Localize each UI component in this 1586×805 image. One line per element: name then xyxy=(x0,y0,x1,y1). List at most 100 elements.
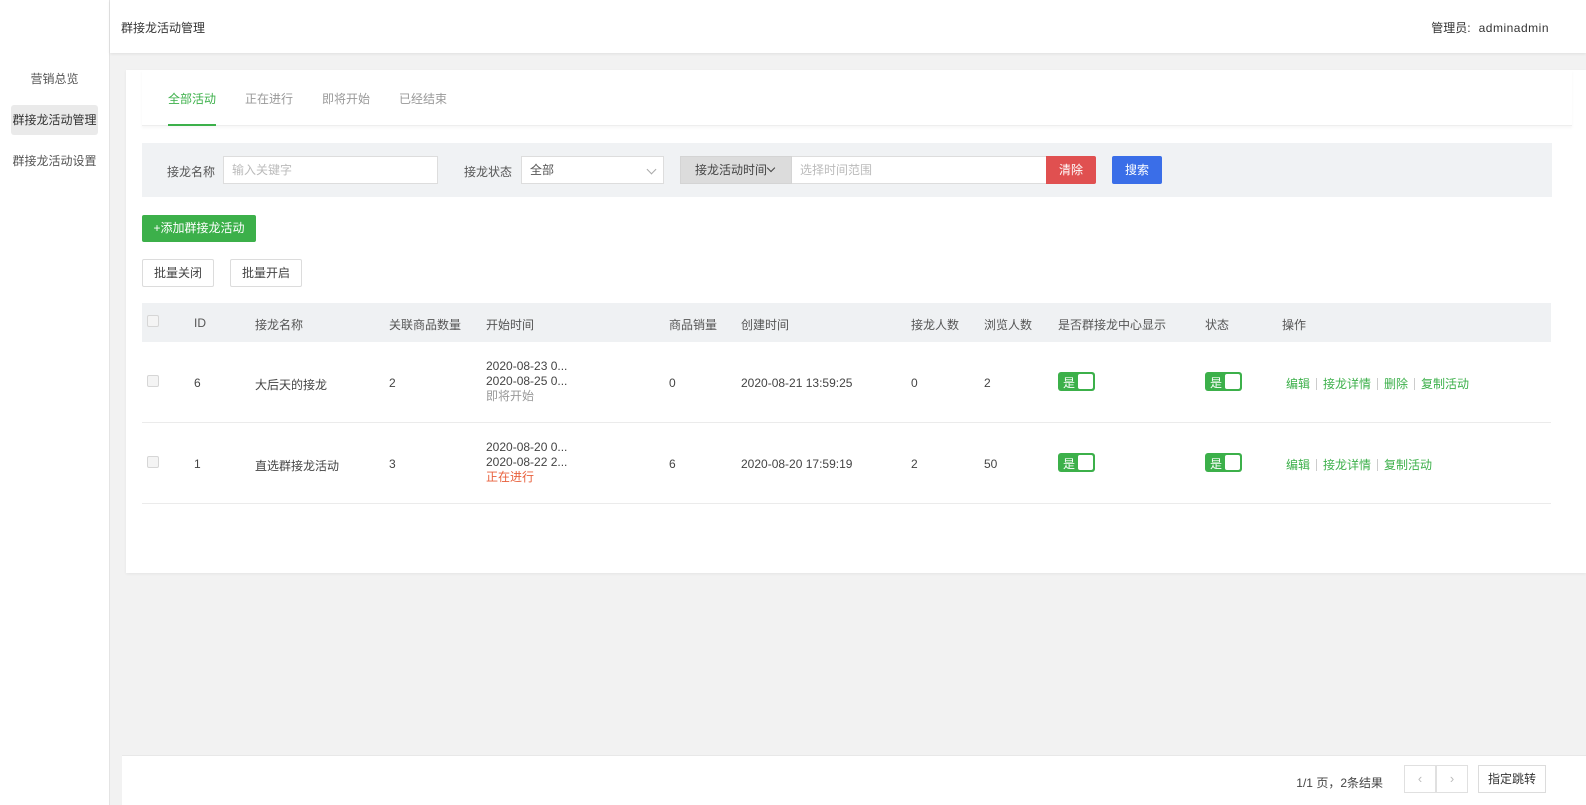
status-select-value: 全部 xyxy=(530,163,555,177)
chevron-left-icon: ‹ xyxy=(1417,771,1423,786)
row-participants: 2 xyxy=(911,457,918,471)
show-center-toggle[interactable]: 是 xyxy=(1058,453,1095,472)
copy-link[interactable]: 复制活动 xyxy=(1384,458,1432,472)
row-id: 6 xyxy=(194,376,201,390)
column-header-created: 创建时间 xyxy=(741,318,790,332)
divider xyxy=(1377,378,1379,390)
admin-name[interactable]: adminadmin xyxy=(1479,21,1549,35)
name-filter-label: 接龙名称 xyxy=(167,165,216,179)
batch-close-button[interactable]: 批量关闭 xyxy=(142,259,214,287)
toggle-label: 是 xyxy=(1210,376,1223,390)
row-checkbox[interactable] xyxy=(147,375,159,387)
status-toggle[interactable]: 是 xyxy=(1205,453,1242,472)
toggle-label: 是 xyxy=(1210,457,1223,471)
tab-ongoing[interactable]: 正在进行 xyxy=(245,90,293,126)
status-select[interactable]: 全部 xyxy=(521,156,664,184)
toggle-knob xyxy=(1225,455,1240,470)
row-name: 直选群接龙活动 xyxy=(255,459,340,473)
column-header-name: 接龙名称 xyxy=(255,318,304,332)
divider xyxy=(1316,459,1318,471)
row-created: 2020-08-20 17:59:19 xyxy=(741,457,853,471)
tab-upcoming[interactable]: 即将开始 xyxy=(322,90,370,126)
tab-all[interactable]: 全部活动 xyxy=(168,90,217,126)
column-header-sales: 商品销量 xyxy=(669,318,718,332)
row-name: 大后天的接龙 xyxy=(255,378,328,392)
toggle-knob xyxy=(1225,374,1240,389)
date-type-value: 接龙活动时间 xyxy=(695,163,768,177)
add-activity-button[interactable]: +添加群接龙活动 xyxy=(142,215,256,242)
divider xyxy=(1316,378,1318,390)
edit-link[interactable]: 编辑 xyxy=(1286,458,1310,472)
row-checkbox[interactable] xyxy=(147,456,159,468)
date-range-input[interactable] xyxy=(792,156,1047,184)
search-button[interactable]: 搜索 xyxy=(1112,156,1162,184)
copy-link[interactable]: 复制活动 xyxy=(1421,377,1469,391)
activity-table: ID 接龙名称 关联商品数量 开始时间 商品销量 创建时间 接龙人数 浏览人数 … xyxy=(142,303,1551,504)
column-header-status: 状态 xyxy=(1205,318,1230,332)
row-end-time: 2020-08-22 2... xyxy=(486,455,568,469)
table-header: ID 接龙名称 关联商品数量 开始时间 商品销量 创建时间 接龙人数 浏览人数 … xyxy=(142,303,1551,342)
batch-open-button[interactable]: 批量开启 xyxy=(230,259,302,287)
row-views: 50 xyxy=(984,457,998,471)
divider xyxy=(1414,378,1416,390)
name-search-input[interactable] xyxy=(223,156,438,184)
jump-page-button[interactable]: 指定跳转 xyxy=(1478,765,1546,793)
row-time-range: 2020-08-20 0... 2020-08-22 2... 正在进行 xyxy=(486,440,567,485)
row-start-time: 2020-08-20 0... xyxy=(486,440,568,454)
show-center-toggle[interactable]: 是 xyxy=(1058,372,1095,391)
sidebar-item-marketing-overview[interactable]: 营销总览 xyxy=(11,64,98,94)
divider xyxy=(1377,459,1379,471)
row-product-count: 3 xyxy=(389,457,396,471)
toggle-label: 是 xyxy=(1063,457,1076,471)
column-header-ops: 操作 xyxy=(1282,318,1307,332)
column-header-show-center: 是否群接龙中心显示 xyxy=(1058,318,1167,332)
row-actions: 编辑 接龙详情 删除 复制活动 xyxy=(1286,375,1469,392)
chevron-down-icon xyxy=(766,163,776,173)
row-views: 2 xyxy=(984,376,991,390)
sidebar: 营销总览 群接龙活动管理 群接龙活动设置 xyxy=(0,0,110,805)
admin-label: 管理员: xyxy=(1431,21,1471,35)
column-header-views: 浏览人数 xyxy=(984,318,1033,332)
delete-link[interactable]: 删除 xyxy=(1384,377,1408,391)
row-start-time: 2020-08-23 0... xyxy=(486,359,568,373)
sidebar-item-activity-management[interactable]: 群接龙活动管理 xyxy=(11,105,98,135)
status-tabs: 全部活动 正在进行 即将开始 已经结束 xyxy=(142,70,1572,126)
table-row: 1 直选群接龙活动 3 2020-08-20 0... 2020-08-22 2… xyxy=(142,423,1551,504)
row-participants: 0 xyxy=(911,376,918,390)
row-created: 2020-08-21 13:59:25 xyxy=(741,376,853,390)
admin-info: 管理员: adminadmin xyxy=(1431,19,1549,36)
select-all-checkbox[interactable] xyxy=(147,315,159,327)
status-toggle[interactable]: 是 xyxy=(1205,372,1242,391)
status-filter-label: 接龙状态 xyxy=(464,165,513,179)
row-state-label: 即将开始 xyxy=(486,389,535,403)
edit-link[interactable]: 编辑 xyxy=(1286,377,1310,391)
toggle-knob xyxy=(1078,455,1093,470)
tab-ended[interactable]: 已经结束 xyxy=(399,90,447,126)
column-header-participants: 接龙人数 xyxy=(911,318,960,332)
row-state-label: 正在进行 xyxy=(486,470,535,484)
row-actions: 编辑 接龙详情 复制活动 xyxy=(1286,456,1432,473)
header: 群接龙活动管理 管理员: adminadmin xyxy=(110,0,1586,53)
column-header-id: ID xyxy=(194,316,206,330)
row-sales: 0 xyxy=(669,376,676,390)
row-end-time: 2020-08-25 0... xyxy=(486,374,568,388)
toggle-knob xyxy=(1078,374,1093,389)
toggle-label: 是 xyxy=(1063,376,1076,390)
detail-link[interactable]: 接龙详情 xyxy=(1323,458,1371,472)
sidebar-item-activity-settings[interactable]: 群接龙活动设置 xyxy=(11,146,98,176)
filter-bar: 接龙名称 接龙状态 全部 接龙活动时间 清除 搜索 xyxy=(142,143,1552,197)
prev-page-button[interactable]: ‹ xyxy=(1404,765,1436,793)
row-product-count: 2 xyxy=(389,376,396,390)
detail-link[interactable]: 接龙详情 xyxy=(1323,377,1371,391)
row-id: 1 xyxy=(194,457,201,471)
date-type-select[interactable]: 接龙活动时间 xyxy=(680,156,792,184)
row-sales: 6 xyxy=(669,457,676,471)
page-info: 1/1 页，2条结果 xyxy=(1296,776,1383,790)
clear-button[interactable]: 清除 xyxy=(1046,156,1096,184)
chevron-down-icon xyxy=(646,164,657,175)
next-page-button[interactable]: › xyxy=(1436,765,1468,793)
row-time-range: 2020-08-23 0... 2020-08-25 0... 即将开始 xyxy=(486,359,567,404)
column-header-product-count: 关联商品数量 xyxy=(389,318,462,332)
page-title: 群接龙活动管理 xyxy=(121,21,206,35)
chevron-right-icon: › xyxy=(1449,771,1455,786)
